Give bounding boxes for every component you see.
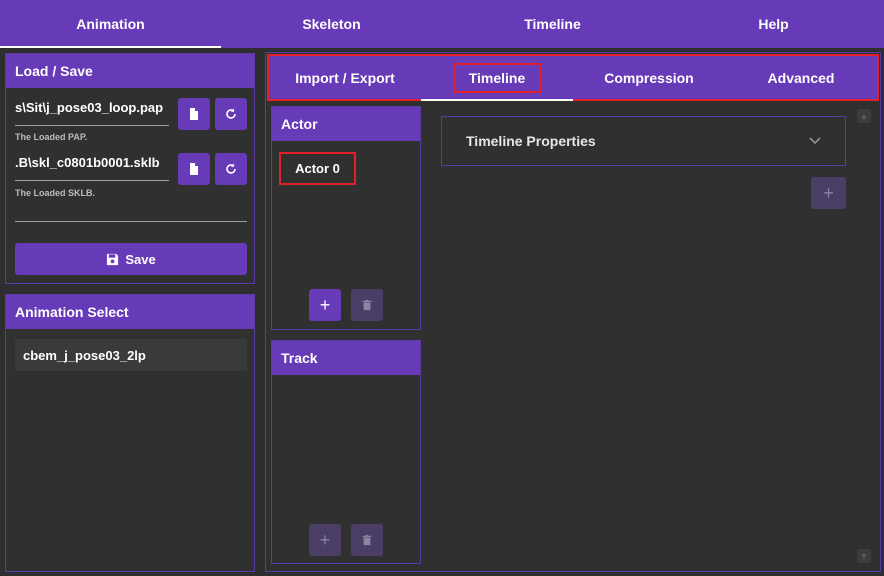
save-button[interactable]: Save	[15, 243, 247, 275]
pap-open-button[interactable]	[178, 98, 210, 130]
sklb-open-button[interactable]	[178, 153, 210, 185]
subtab-compression-label: Compression	[604, 69, 694, 86]
subtab-advanced[interactable]: Advanced	[725, 56, 877, 99]
animation-select-panel: Animation Select cbem_j_pose03_2lp	[5, 294, 255, 572]
pap-reload-button[interactable]	[215, 98, 247, 130]
tab-timeline[interactable]: Timeline	[442, 0, 663, 48]
subtab-timeline-label: Timeline	[452, 62, 542, 93]
refresh-icon	[226, 108, 236, 119]
animation-select-title: Animation Select	[6, 295, 254, 329]
track-title: Track	[272, 341, 420, 375]
trash-icon	[362, 299, 372, 311]
sklb-reload-button[interactable]	[215, 153, 247, 185]
actor-title: Actor	[272, 107, 420, 141]
sklb-hint: The Loaded SKLB.	[15, 188, 96, 198]
floppy-disk-icon	[107, 253, 119, 265]
pap-path-field[interactable]: s\Sit\j_pose03_loop.pap	[15, 98, 169, 126]
file-icon	[190, 108, 198, 120]
sklb-path-field[interactable]: .B\skl_c0801b0001.sklb	[15, 153, 169, 181]
actor-panel: Actor Actor 0 +	[271, 106, 421, 330]
pap-file-row: s\Sit\j_pose03_loop.pap	[15, 98, 247, 130]
actor-list-item[interactable]: Actor 0	[279, 152, 356, 185]
add-track-button[interactable]: +	[309, 524, 341, 556]
timeline-properties-expander[interactable]: Timeline Properties	[441, 116, 846, 166]
tab-skeleton[interactable]: Skeleton	[221, 0, 442, 48]
add-property-button[interactable]: +	[811, 177, 846, 209]
chevron-down-icon	[809, 137, 821, 145]
delete-actor-button[interactable]	[351, 289, 383, 321]
load-save-panel: Load / Save s\Sit\j_pose03_loop.pap The …	[5, 53, 255, 284]
timeline-properties-label: Timeline Properties	[466, 133, 596, 149]
delete-track-button[interactable]	[351, 524, 383, 556]
extra-input-field[interactable]	[15, 221, 247, 222]
tab-animation[interactable]: Animation	[0, 0, 221, 48]
save-label: Save	[125, 251, 156, 267]
track-panel: Track +	[271, 340, 421, 564]
subtab-import-export-label: Import / Export	[295, 69, 395, 86]
add-actor-button[interactable]: +	[309, 289, 341, 321]
scroll-down-arrow-icon[interactable]: ▼	[857, 549, 871, 563]
subtab-import-export[interactable]: Import / Export	[269, 56, 421, 99]
top-nav: Animation Skeleton Timeline Help	[0, 0, 884, 48]
subtab-compression[interactable]: Compression	[573, 56, 725, 99]
subtab-advanced-label: Advanced	[767, 69, 835, 86]
file-icon	[190, 163, 198, 175]
tab-help[interactable]: Help	[663, 0, 884, 48]
sklb-file-row: .B\skl_c0801b0001.sklb	[15, 153, 247, 185]
subtab-bar: Import / Export Timeline Compression Adv…	[267, 54, 879, 101]
pap-hint: The Loaded PAP.	[15, 132, 88, 142]
animation-list-item[interactable]: cbem_j_pose03_2lp	[15, 339, 247, 371]
load-save-title: Load / Save	[6, 54, 254, 88]
refresh-icon	[226, 163, 236, 174]
subtab-timeline[interactable]: Timeline	[421, 56, 573, 101]
scroll-up-arrow-icon[interactable]: ▲	[857, 109, 871, 123]
trash-icon	[362, 534, 372, 546]
